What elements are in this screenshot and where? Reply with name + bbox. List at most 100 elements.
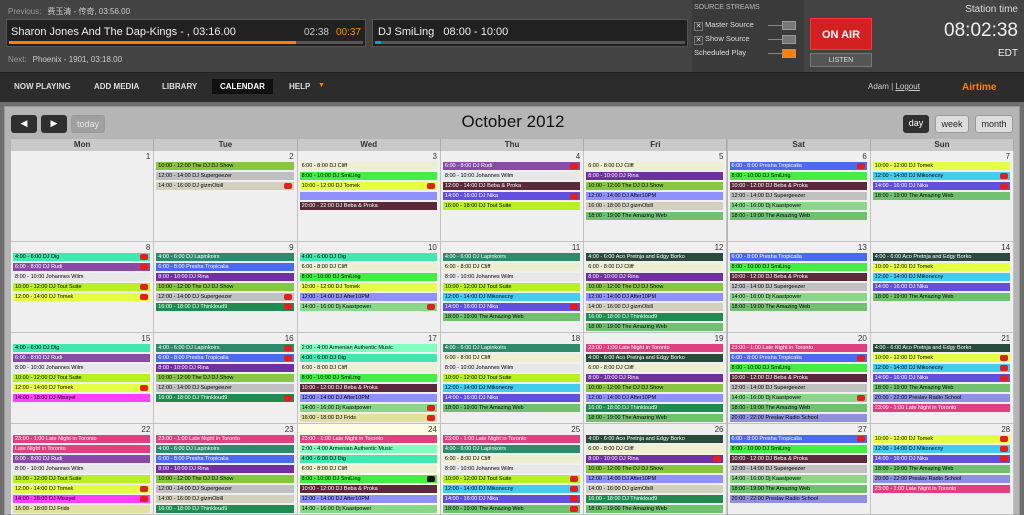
show-event[interactable]: 8:00 - 10:00 DJ Rina	[586, 455, 724, 463]
show-event[interactable]: 4:00 - 6:00 DJ Lapinkoirs	[442, 445, 581, 453]
day-cell[interactable]: 22 23:00 - 1:00 Late Night in Toronto Late…	[11, 424, 155, 515]
show-event[interactable]: 10:00 - 12:00 DJ Tomek	[299, 182, 437, 190]
show-event[interactable]: 12:00 - 14:00 DJ Supergeezer	[156, 485, 294, 493]
show-event[interactable]: 8:00 - 10:00 DJ SmiLing	[729, 445, 867, 453]
show-event[interactable]: 6:00 - 8:00 DJ Cliff	[442, 455, 581, 463]
show-event[interactable]: 8:00 - 10:00 DJ SmiLing	[299, 273, 437, 281]
show-event[interactable]: 20:00 - 22:00 Preslav Radio School	[872, 394, 1011, 402]
show-event[interactable]: 4:00 - 6:00 Aco Pretnja and Edgy Borko	[586, 354, 724, 362]
show-event[interactable]: 10:00 - 12:00 The DJ DJ Show	[156, 374, 294, 382]
show-event[interactable]: 12:00 - 14:00 DJ After10PM	[586, 293, 724, 301]
show-event[interactable]: 12:00 - 14:00 DJ Mikonecny	[442, 293, 581, 301]
show-event[interactable]: 8:00 - 10:00 DJ SmiLing	[299, 172, 437, 180]
show-event[interactable]: 10:00 - 12:00 The DJ DJ Show	[586, 283, 724, 291]
show-event[interactable]: 6:00 - 8:00 DJ Rudi	[13, 354, 151, 362]
show-event[interactable]: 6:00 - 8:00 Presha Tropicalia	[729, 435, 867, 443]
show-event[interactable]: 18:00 - 19:00 The Amazing Web	[442, 313, 581, 321]
show-event[interactable]: 16:00 - 18:00 DJ Tout Suite	[442, 202, 581, 210]
show-event[interactable]: 16:00 - 18:00 DJ Frids	[13, 505, 151, 513]
show-event[interactable]: 8:00 - 10:00 Johannes Wilm	[13, 465, 151, 473]
day-cell[interactable]: 16 4:00 - 6:00 DJ Lapinkoirs 6:00 - 8:00 P…	[154, 333, 298, 424]
show-event[interactable]: 12:00 - 14:00 DJ Tomek	[13, 293, 151, 301]
show-event[interactable]: 8:00 - 10:00 DJ SmiLing	[729, 263, 867, 271]
show-event[interactable]: 14:00 - 18:00 DJ Missyel	[13, 394, 151, 402]
show-event[interactable]: 4:00 - 6:00 Aco Pretnja and Edgy Borko	[586, 253, 724, 261]
show-event[interactable]: 14:00 - 16:00 DJ Nika	[442, 495, 581, 503]
show-event[interactable]: 6:00 - 8:00 DJ Cliff	[586, 445, 724, 453]
show-event[interactable]: 18:00 - 19:00 The Amazing Web	[442, 404, 581, 412]
show-event[interactable]: 12:00 - 14:00 DJ Supergeezer	[729, 283, 867, 291]
show-event[interactable]: 12:00 - 14:00 DJ After10PM	[586, 475, 724, 483]
show-event[interactable]: 8:00 - 10:00 DJ SmiLing	[729, 172, 867, 180]
show-event[interactable]: 6:00 - 8:00 DJ Rudi	[13, 455, 151, 463]
show-event[interactable]: 10:00 - 12:00 DJ Tout Suite	[13, 475, 151, 483]
show-event[interactable]: 12:00 - 14:00 DJ Mikonecny	[872, 273, 1011, 281]
show-event[interactable]: 18:00 - 19:00 The Amazing Web	[586, 505, 724, 513]
show-event[interactable]: 4:00 - 6:00 DJ Dig	[299, 455, 437, 463]
show-event[interactable]: 4:00 - 6:00 Aco Pretnja and Edgy Borko	[586, 435, 724, 443]
show-event[interactable]: 6:00 - 8:00 Presha Tropicalia	[156, 263, 294, 271]
show-event[interactable]: Late Night in Toronto	[13, 445, 151, 453]
show-event[interactable]: 6:00 - 8:00 DJ Cliff	[299, 162, 437, 170]
show-event[interactable]: 23:00 - 1:00 Late Night in Toronto	[729, 344, 867, 352]
month-view-button[interactable]: month	[975, 115, 1013, 133]
show-event[interactable]: 4:00 - 6:00 DJ Lapinkoirs	[156, 445, 294, 453]
show-event[interactable]: 16:00 - 18:00 DJ Thinkloud9	[156, 394, 294, 402]
show-event[interactable]: 8:00 - 10:00 DJ Rina	[586, 172, 724, 180]
show-event[interactable]: 16:00 - 18:00 DJ Thinkloud9	[586, 313, 724, 321]
show-event[interactable]: 23:00 - 1:00 Late Night in Toronto	[13, 435, 151, 443]
show-event[interactable]: 14:00 - 16:00 Dj Kaastpower	[299, 303, 437, 311]
show-event[interactable]: 4:00 - 6:00 DJ Dig	[13, 253, 151, 261]
show-event[interactable]: 6:00 - 8:00 Presha Tropicalia	[729, 354, 867, 362]
show-event[interactable]: 4:00 - 6:00 DJ Dig	[299, 354, 437, 362]
show-event[interactable]: 12:00 - 14:00 DJ Supergeezer	[156, 293, 294, 301]
show-event[interactable]: 23:00 - 1:00 Late Night in Toronto	[442, 435, 581, 443]
show-event[interactable]: 6:00 - 8:00 DJ Cliff	[586, 162, 724, 170]
help-dropdown-icon[interactable]: ▼	[318, 82, 325, 89]
day-cell[interactable]: 4 6:00 - 8:00 DJ Rudi 8:00 - 10:00 Johanne…	[440, 151, 585, 242]
show-event[interactable]: 6:00 - 8:00 DJ Cliff	[586, 364, 724, 372]
show-event[interactable]: 2:00 - 4:00 Armenian Authentic Music	[299, 344, 437, 352]
show-event[interactable]: 14:00 - 16:00 DJ Nika	[872, 455, 1011, 463]
day-cell[interactable]: 21 4:00 - 6:00 Aco Pretnja and Edgy Borko…	[870, 333, 1015, 424]
show-event[interactable]: 18:00 - 19:00 The Amazing Web	[872, 293, 1011, 301]
show-event[interactable]: 12:00 - 14:00 DJ Tomek	[13, 485, 151, 493]
show-event[interactable]: 12:00 - 14:00 DJ Supergeezer	[729, 465, 867, 473]
show-event[interactable]: 14:00 - 16:00 Dj Kaastpower	[729, 475, 867, 483]
show-event[interactable]: 6:00 - 8:00 DJ Rudi	[442, 162, 581, 170]
day-cell[interactable]: 23 23:00 - 1:00 Late Night in Toronto 4:00…	[154, 424, 298, 515]
day-cell[interactable]: 3 6:00 - 8:00 DJ Cliff 8:00 - 10:00 DJ Smi…	[297, 151, 441, 242]
show-event[interactable]: 23:00 - 1:00 Late Night in Toronto	[156, 435, 294, 443]
show-event[interactable]: 6:00 - 8:00 DJ Cliff	[299, 465, 437, 473]
show-event[interactable]: 16:00 - 18:00 DJ Thinkloud9	[586, 404, 724, 412]
show-event[interactable]: 10:00 - 12:00 DJ Tomek	[299, 283, 437, 291]
show-event[interactable]: 8:00 - 10:00 DJ Rina	[156, 364, 294, 372]
show-event[interactable]: 10:00 - 12:00 DJ Tout Suite	[442, 283, 581, 291]
show-event[interactable]: 20:00 - 22:00 Preslav Radio School	[729, 414, 867, 422]
show-event[interactable]: 6:00 - 8:00 DJ Cliff	[586, 263, 724, 271]
show-event[interactable]: 23:00 - 1:00 Late Night in Toronto	[586, 344, 724, 352]
show-event[interactable]: 10:00 - 12:00 DJ Tomek	[872, 435, 1011, 443]
show-event[interactable]: 8:00 - 10:00 DJ Rina	[586, 273, 724, 281]
show-event[interactable]: 12:00 - 14:00 DJ Supergeezer	[156, 384, 294, 392]
day-cell[interactable]: 20 23:00 - 1:00 Late Night in Toronto 6:00…	[727, 333, 871, 424]
day-cell[interactable]: 18 4:00 - 6:00 DJ Lapinkoirs 6:00 - 8:00 D…	[440, 333, 585, 424]
show-event[interactable]: 2:00 - 4:00 Armenian Authentic Music	[299, 445, 437, 453]
show-event[interactable]: 6:00 - 8:00 Presha Tropicalia	[156, 455, 294, 463]
show-event[interactable]: 10:00 - 12:00 The DJ DJ Show	[156, 283, 294, 291]
show-event[interactable]: 14:00 - 16:00 Dj Kaastpower	[729, 394, 867, 402]
show-event[interactable]	[299, 192, 437, 200]
show-event[interactable]: 16:00 - 18:00 DJ Thinkloud9	[586, 495, 724, 503]
show-event[interactable]: 12:00 - 14:00 DJ Mikonecny	[872, 445, 1011, 453]
show-event[interactable]: 14:00 - 16:00 Dj Kaastpower	[299, 505, 437, 513]
show-event[interactable]: 10:00 - 12:00 DJ Tout Suite	[442, 374, 581, 382]
show-event[interactable]: 18:00 - 19:00 The Amazing Web	[872, 192, 1011, 200]
show-event[interactable]: 23:00 - 1:00 Late Night in Toronto	[299, 435, 437, 443]
show-event[interactable]: 16:00 - 18:00 DJ Thinkloud9	[156, 303, 294, 311]
show-event[interactable]: 10:00 - 12:00 DJ Beba & Proka	[299, 485, 437, 493]
show-event[interactable]: 14:00 - 16:00 DJ Nika	[442, 192, 581, 200]
day-cell[interactable]: 5 6:00 - 8:00 DJ Cliff 8:00 - 10:00 DJ Rin…	[584, 151, 728, 242]
show-event[interactable]: 18:00 - 19:00 The Amazing Web	[586, 414, 724, 422]
show-event[interactable]: 4:00 - 6:00 DJ Dig	[13, 344, 151, 352]
close-icon[interactable]: ✕	[694, 22, 703, 31]
